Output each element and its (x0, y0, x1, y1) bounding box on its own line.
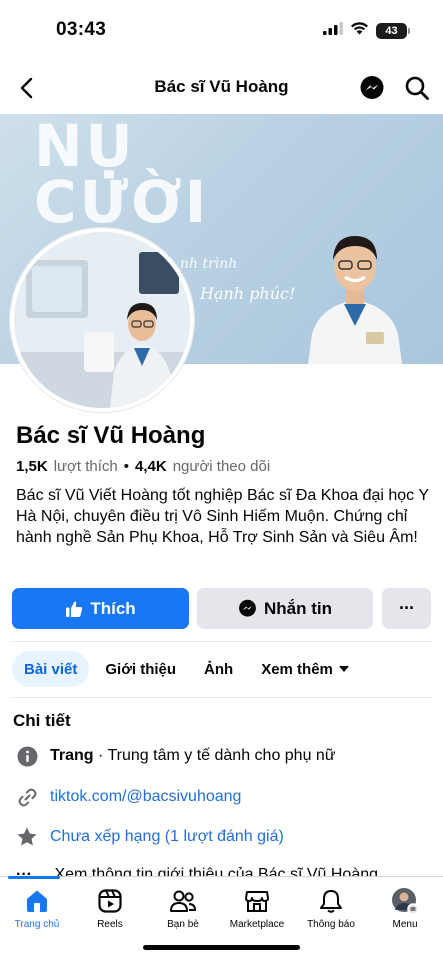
nav-menu[interactable]: Menu (369, 887, 441, 930)
category-label: Trang (50, 747, 94, 764)
tab-see-more-label: Xem thêm (261, 660, 333, 678)
messenger-icon (360, 76, 384, 99)
like-button[interactable]: Thích (12, 588, 189, 629)
home-icon (23, 887, 51, 915)
avatar-photo (14, 232, 190, 408)
page-stats: 1,5K lượt thích • 4,4K người theo dõi (16, 458, 270, 475)
status-time: 03:43 (56, 19, 107, 40)
nav-friends[interactable]: Bạn bè (147, 887, 219, 930)
info-icon (16, 745, 38, 767)
home-indicator (143, 945, 300, 950)
status-icons: 43 (323, 21, 410, 40)
followers-count: 4,4K (135, 458, 167, 475)
search-button[interactable] (404, 75, 430, 101)
nav-marketplace[interactable]: Marketplace (221, 887, 293, 930)
cellular-signal-icon (323, 21, 343, 40)
cover-doctor-figure (308, 236, 402, 364)
status-bar: 03:43 43 (0, 0, 443, 62)
likes-count: 1,5K (16, 458, 48, 475)
bell-icon (317, 887, 345, 915)
caret-down-icon (338, 666, 349, 672)
detail-link[interactable]: tiktok.com/@bacsivuhoang (16, 786, 241, 808)
tab-posts-label: Bài viết (24, 660, 78, 678)
more-options-button[interactable]: ··· (382, 588, 431, 629)
page-bio: Bác sĩ Vũ Viết Hoàng tốt nghiệp Bác sĩ Đ… (16, 487, 429, 546)
reels-icon (96, 887, 124, 915)
more-dots-icon: ··· (399, 598, 415, 618)
message-button[interactable]: Nhắn tin (197, 588, 373, 629)
nav-friends-label: Bạn bè (167, 919, 199, 930)
cover-headline: NỤ CƯỜI (34, 114, 210, 236)
search-icon (405, 76, 429, 100)
link-icon (16, 786, 38, 808)
like-button-label: Thích (90, 598, 136, 618)
cover-script-line1: nh trình (180, 256, 238, 272)
tab-about[interactable]: Giới thiệu (93, 651, 188, 687)
messenger-icon (239, 599, 256, 617)
page-name: Bác sĩ Vũ Hoàng (16, 422, 206, 449)
nav-home-label: Trang chủ (14, 919, 60, 930)
nav-home[interactable]: Trang chủ (1, 887, 73, 930)
likes-label: lượt thích (53, 458, 118, 475)
battery-icon: 43 (376, 22, 410, 39)
thumbs-up-icon (66, 601, 83, 617)
cover-script-line2: Hạnh phúc! (200, 284, 296, 303)
tab-photos[interactable]: Ảnh (192, 651, 245, 687)
friends-icon (169, 887, 197, 915)
nav-notifications-label: Thông báo (307, 919, 355, 930)
nav-marketplace-label: Marketplace (229, 919, 285, 930)
nav-menu-label: Menu (392, 919, 418, 930)
nav-bar: Bác sĩ Vũ Hoàng (0, 66, 443, 110)
wifi-icon (350, 21, 369, 40)
details-title: Chi tiết (13, 711, 71, 730)
profile-avatar[interactable] (10, 228, 194, 412)
profile-tabs: Bài viết Giới thiệu Ảnh Xem thêm (12, 651, 365, 687)
followers-label: người theo dõi (172, 458, 271, 475)
rating-text[interactable]: Chưa xếp hạng (1 lượt đánh giá) (50, 828, 284, 846)
tab-about-label: Giới thiệu (105, 660, 177, 678)
detail-category: Trang · Trung tâm y tế dành cho phụ nữ (16, 745, 336, 767)
nav-notifications[interactable]: Thông báo (295, 887, 367, 930)
tiktok-link[interactable]: tiktok.com/@bacsivuhoang (50, 788, 241, 806)
tab-see-more[interactable]: Xem thêm (249, 651, 361, 687)
cover-headline-line2: CƯỜI (34, 168, 210, 236)
divider (12, 641, 431, 642)
category-value: · Trung tâm y tế dành cho phụ nữ (98, 747, 336, 764)
divider (12, 697, 431, 698)
tab-posts[interactable]: Bài viết (12, 651, 90, 687)
nav-reels[interactable]: Reels (74, 887, 146, 930)
nav-reels-label: Reels (97, 919, 123, 930)
cover-headline-line1: NỤ (34, 114, 136, 180)
detail-rating[interactable]: Chưa xếp hạng (1 lượt đánh giá) (16, 826, 284, 848)
stats-separator: • (123, 458, 130, 475)
marketplace-icon (243, 887, 271, 915)
tab-photos-label: Ảnh (204, 660, 234, 678)
messenger-button[interactable] (359, 75, 385, 101)
star-icon (16, 826, 38, 848)
active-tab-indicator (8, 876, 60, 879)
menu-avatar-icon (391, 887, 419, 915)
message-button-label: Nhắn tin (264, 598, 332, 618)
